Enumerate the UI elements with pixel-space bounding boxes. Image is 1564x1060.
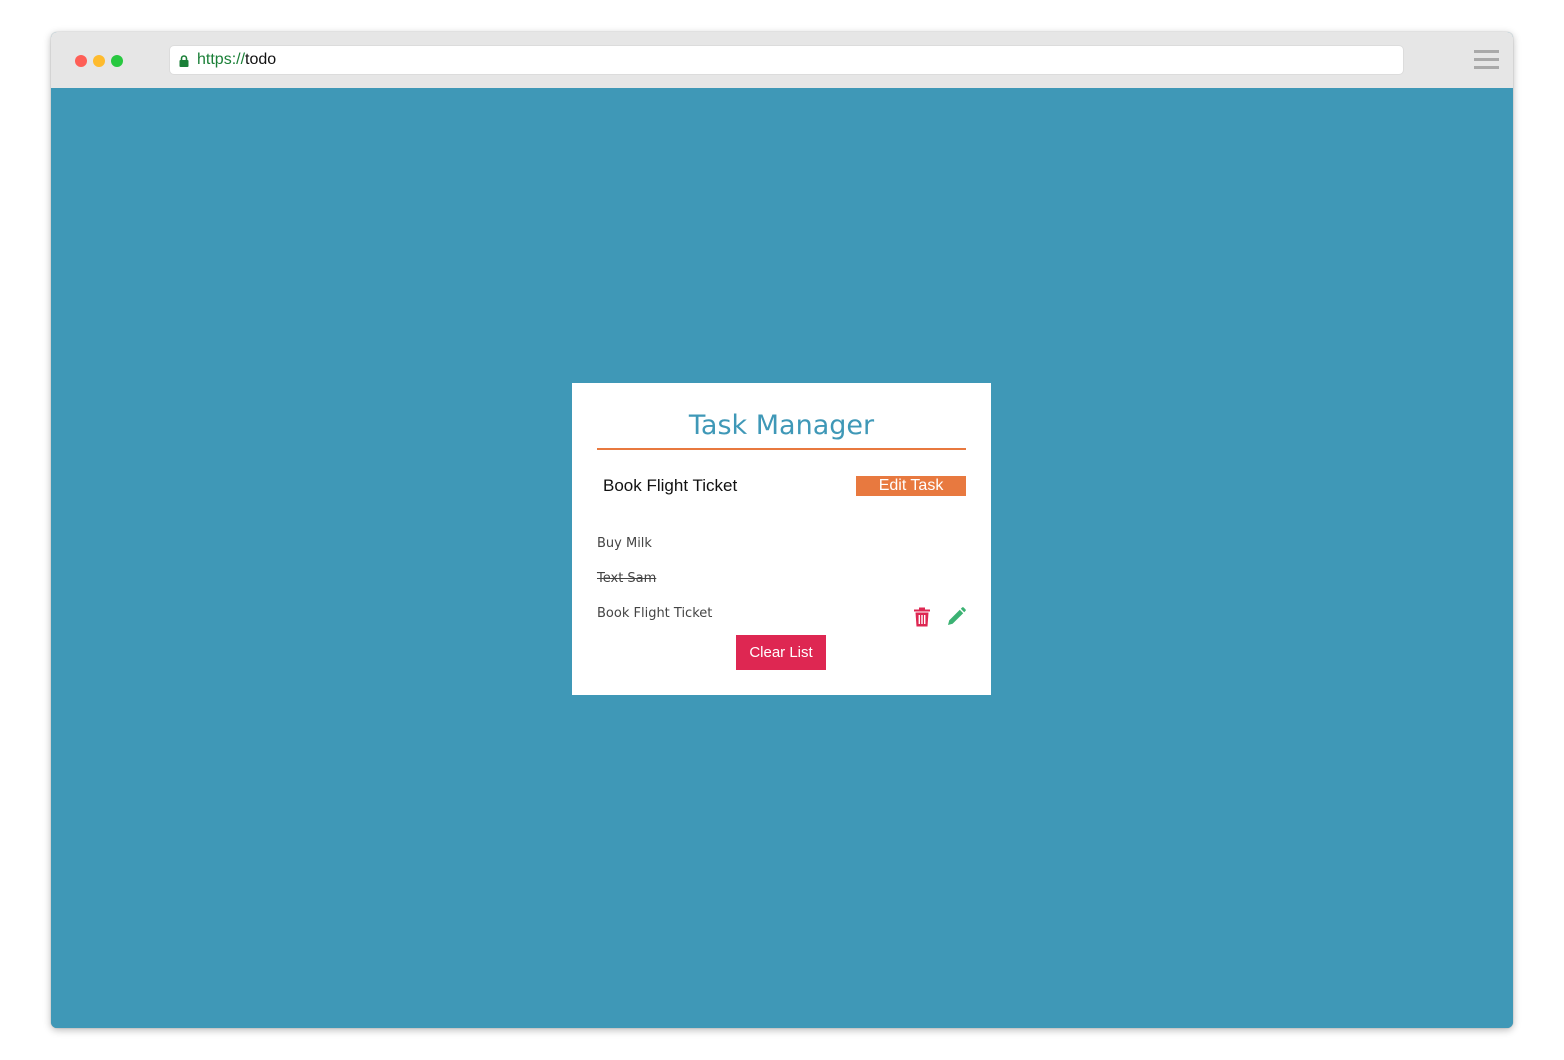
task-text: Book Flight Ticket — [597, 606, 713, 621]
task-input[interactable] — [598, 472, 853, 500]
task-manager-card: Task Manager Edit Task Buy Milk Text Sam… — [572, 383, 991, 695]
task-text: Buy Milk — [597, 536, 652, 551]
url-scheme: https:// — [197, 51, 246, 68]
task-text-completed: Text Sam — [597, 571, 657, 586]
maximize-window-button[interactable] — [111, 55, 123, 67]
pencil-icon[interactable] — [946, 607, 966, 627]
hamburger-menu-icon[interactable] — [1474, 50, 1499, 70]
task-item[interactable]: Buy Milk — [597, 529, 966, 564]
address-bar[interactable]: https://todo — [170, 46, 1403, 74]
task-item[interactable]: Text Sam — [597, 564, 966, 599]
minimize-window-button[interactable] — [93, 55, 105, 67]
edit-task-button[interactable]: Edit Task — [856, 476, 966, 496]
task-actions — [906, 607, 966, 627]
close-window-button[interactable] — [75, 55, 87, 67]
url-host: todo — [245, 51, 277, 68]
browser-toolbar: https://todo — [51, 32, 1513, 88]
title-divider — [597, 448, 966, 450]
page-title: Task Manager — [688, 410, 875, 441]
clear-list-button[interactable]: Clear List — [736, 635, 826, 670]
task-item[interactable]: Book Flight Ticket — [597, 599, 966, 634]
url-text: https://todo — [197, 51, 276, 69]
browser-window: https://todo Task Manager Edit Task Buy … — [51, 32, 1513, 1028]
page-viewport: Task Manager Edit Task Buy Milk Text Sam… — [51, 88, 1513, 1028]
trash-icon[interactable] — [913, 607, 931, 627]
task-list: Buy Milk Text Sam Book Flight Ticket — [597, 529, 966, 634]
lock-icon — [179, 55, 189, 67]
